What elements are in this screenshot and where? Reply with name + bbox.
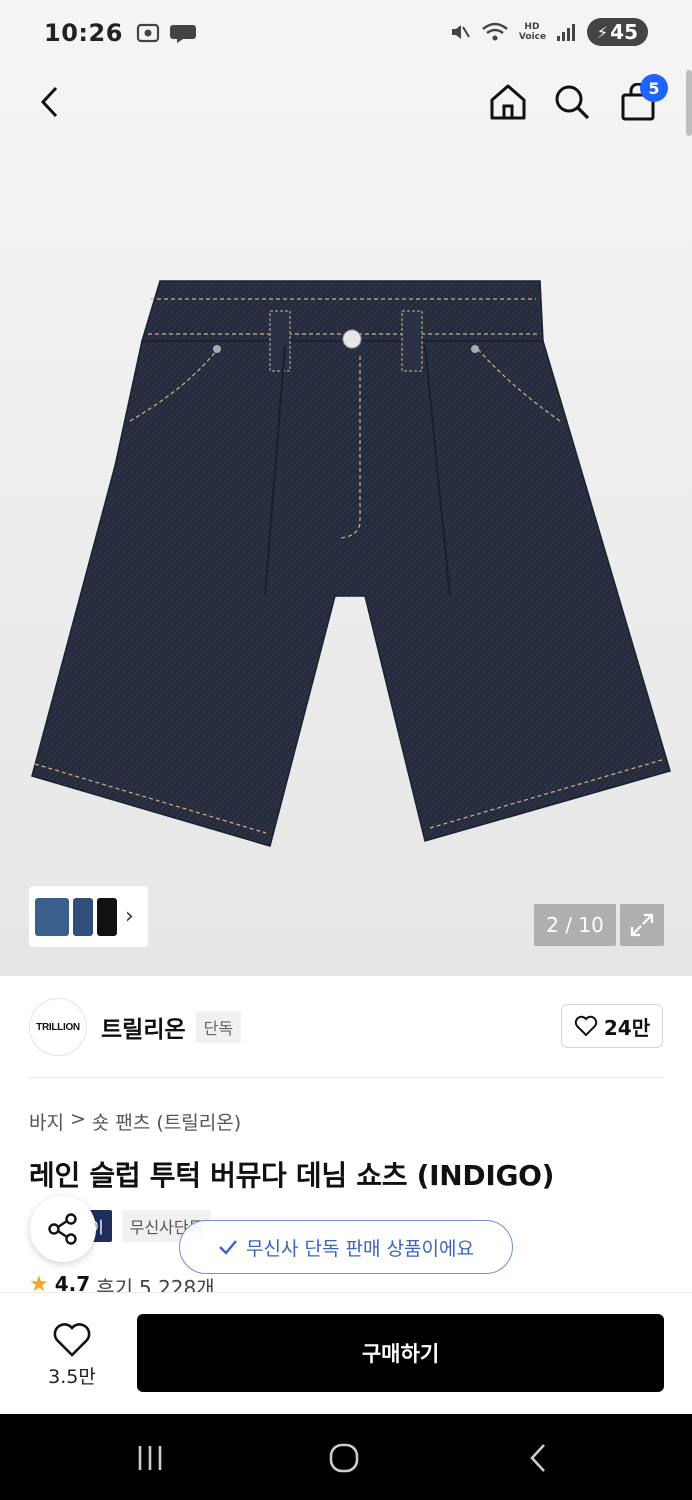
status-bar: 10:26 HD Voice ⚡ 45: [0, 0, 692, 66]
search-button[interactable]: [548, 78, 596, 126]
review-count: 5,228개: [138, 1276, 215, 1292]
wishlist-button[interactable]: 3.5만: [30, 1315, 114, 1395]
status-notification-icons: [135, 22, 197, 44]
expand-button[interactable]: [620, 904, 664, 946]
exclusive-tooltip[interactable]: 무신사 단독 판매 상품이에요: [179, 1220, 513, 1274]
home-circle-icon: [329, 1443, 359, 1473]
star-icon: ★: [29, 1272, 49, 1292]
system-navigation-bar: [0, 1414, 692, 1500]
brand-row: TRILLION 트릴리온 단독 24만: [29, 996, 663, 1058]
home-system-button[interactable]: [314, 1438, 374, 1478]
thumbnail-blue[interactable]: [73, 897, 93, 936]
home-icon: [490, 84, 526, 120]
tooltip-text: 무신사 단독 판매 상품이에요: [246, 1237, 474, 1260]
breadcrumb-category[interactable]: 바지: [29, 1108, 64, 1135]
chevron-left-icon: [40, 86, 58, 118]
thumbnail-indigo[interactable]: [35, 897, 69, 936]
heart-outline-icon: [574, 1015, 598, 1037]
review-label: 후기: [96, 1276, 133, 1292]
chat-icon: [169, 25, 196, 43]
cart-count-badge: 5: [640, 74, 668, 102]
check-icon: [219, 1240, 237, 1255]
breadcrumb: 바지 > 숏 팬츠 (트릴리온): [29, 1108, 241, 1135]
hd-voice-icon: HD Voice: [518, 22, 547, 42]
back-button[interactable]: [26, 78, 74, 126]
scrollbar[interactable]: [686, 70, 692, 136]
rating-score: 4.7: [54, 1272, 91, 1292]
thumbnail-black[interactable]: [97, 897, 117, 936]
back-chevron-icon: [530, 1444, 545, 1472]
brand-name[interactable]: 트릴리온: [101, 1010, 186, 1044]
top-navigation: 5: [0, 66, 692, 136]
product-title: 레인 슬럽 투턱 버뮤다 데님 쇼츠 (INDIGO): [29, 1159, 555, 1192]
cart-button[interactable]: 5: [614, 74, 668, 126]
search-icon: [555, 85, 590, 120]
image-counter: 2 / 10: [534, 904, 616, 946]
breadcrumb-subcategory[interactable]: 숏 팬츠 (트릴리온): [92, 1108, 241, 1135]
battery-indicator: ⚡ 45: [586, 18, 648, 46]
brand-like-count: 24만: [603, 1015, 651, 1040]
divider: [29, 1077, 663, 1078]
share-icon: [48, 1213, 77, 1245]
recent-apps-button[interactable]: [120, 1438, 180, 1478]
battery-level: 45: [610, 20, 638, 44]
signal-icon: [556, 24, 575, 41]
exclusive-tag: 단독: [195, 1011, 242, 1043]
product-image: [31, 280, 671, 847]
breadcrumb-separator: >: [69, 1108, 86, 1130]
rating-row[interactable]: ★ 4.7 후기 5,228개: [29, 1272, 215, 1292]
wishlist-count: 3.5만: [48, 1365, 96, 1388]
wifi-icon: [482, 22, 508, 41]
charging-icon: ⚡: [596, 22, 609, 42]
recent-apps-icon: [138, 1446, 162, 1470]
brand-logo[interactable]: TRILLION: [29, 998, 87, 1056]
mute-icon: [451, 25, 470, 39]
status-system-icons: HD Voice ⚡ 45: [449, 18, 648, 46]
thumbnail-strip[interactable]: ›: [29, 886, 148, 947]
bottom-purchase-bar: 3.5만 구매하기: [0, 1292, 692, 1414]
thumbnail-arrow-icon: ›: [125, 904, 134, 929]
buy-button[interactable]: 구매하기: [137, 1314, 664, 1392]
back-system-button[interactable]: [508, 1438, 568, 1478]
share-button[interactable]: [30, 1196, 96, 1262]
screenshot-icon: [136, 23, 160, 43]
home-button[interactable]: [484, 78, 532, 126]
status-time: 10:26: [44, 19, 123, 47]
product-gallery[interactable]: 5 › 2 / 10: [0, 66, 692, 976]
brand-like-button[interactable]: 24만: [561, 1004, 663, 1048]
expand-icon: [630, 913, 654, 937]
heart-outline-icon: [53, 1322, 91, 1357]
